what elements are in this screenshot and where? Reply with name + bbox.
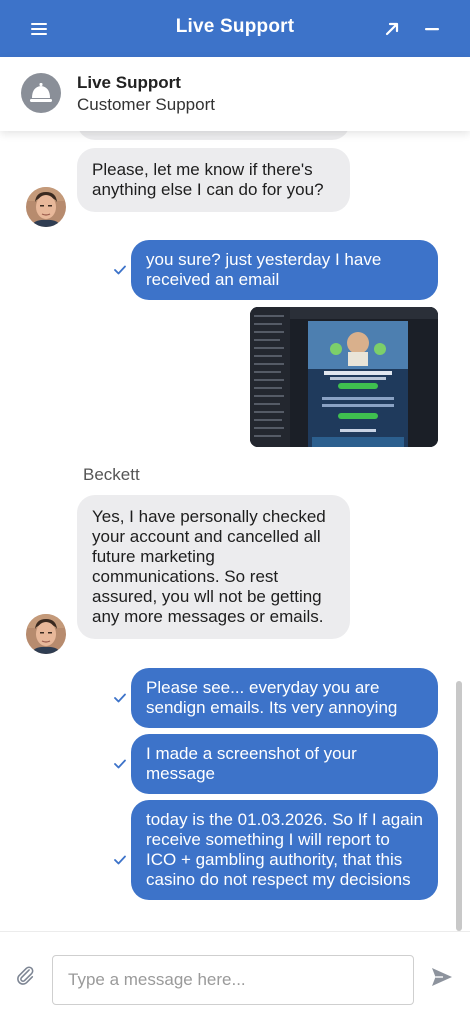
send-icon[interactable] bbox=[430, 965, 454, 989]
agent-role: Customer Support bbox=[77, 95, 215, 114]
message-composer bbox=[0, 931, 470, 1017]
check-icon bbox=[114, 759, 126, 769]
minimize-icon[interactable] bbox=[422, 19, 442, 39]
agent-info-bar: Live Support Customer Support bbox=[0, 57, 470, 131]
message-image-attachment[interactable] bbox=[250, 307, 438, 447]
message-outgoing: I made a screenshot of your message bbox=[131, 734, 438, 794]
agent-photo-image bbox=[26, 614, 66, 654]
message-outgoing: Please see... everyday you are sendign e… bbox=[131, 668, 438, 728]
agent-name: Live Support bbox=[77, 73, 181, 92]
agent-photo bbox=[26, 614, 66, 654]
message-outgoing: you sure? just yesterday I have received… bbox=[131, 240, 438, 300]
email-screenshot-image bbox=[250, 307, 438, 447]
message-incoming: Yes, I have personally checked your acco… bbox=[77, 495, 350, 639]
agent-photo-image bbox=[26, 187, 66, 227]
check-icon bbox=[114, 693, 126, 703]
message-input[interactable] bbox=[52, 955, 414, 1005]
check-icon bbox=[114, 855, 126, 865]
message-list[interactable]: Please, let me know if there's anything … bbox=[0, 131, 470, 931]
agent-photo bbox=[26, 187, 66, 227]
message-outgoing: today is the 01.03.2026. So If I again r… bbox=[131, 800, 438, 900]
sender-name: Beckett bbox=[83, 465, 140, 484]
message-incoming: Please, let me know if there's anything … bbox=[77, 148, 350, 212]
agent-avatar bbox=[21, 73, 61, 113]
concierge-bell-icon bbox=[30, 83, 52, 102]
message-incoming bbox=[77, 131, 350, 140]
popout-icon[interactable] bbox=[382, 19, 402, 39]
header-bar: Live Support bbox=[0, 0, 470, 57]
check-icon bbox=[114, 265, 126, 275]
scrollbar[interactable] bbox=[456, 681, 462, 931]
paperclip-icon[interactable] bbox=[14, 964, 36, 986]
